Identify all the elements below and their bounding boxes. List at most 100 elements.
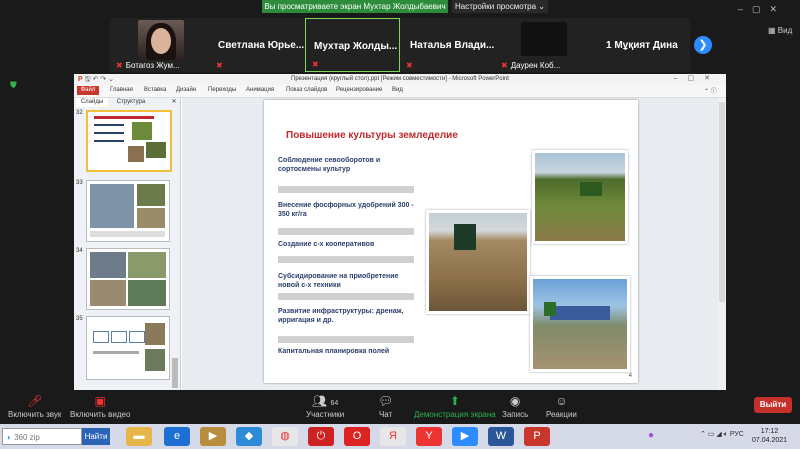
unmute-label: Включить звук bbox=[8, 410, 62, 419]
tab-insert[interactable]: Вставка bbox=[144, 87, 166, 93]
tractor-field-photo[interactable] bbox=[426, 210, 530, 314]
vertical-scrollbar[interactable] bbox=[718, 98, 726, 390]
mic-off-icon: ✖ bbox=[216, 61, 223, 70]
slide-thumbnail-selected[interactable] bbox=[86, 110, 172, 172]
leave-button[interactable]: Выйти bbox=[754, 397, 792, 413]
participant-tile[interactable]: Наталья Влади... ✖ bbox=[400, 18, 495, 72]
internet-explorer-icon[interactable]: e bbox=[164, 427, 190, 446]
slide-thumbnail[interactable] bbox=[86, 316, 170, 380]
powerpoint-window: Презентация (круглый стол).ppt [Режим со… bbox=[74, 74, 726, 390]
slides-pane: Слайды Структура ✕ 32 33 34 35 bbox=[74, 98, 181, 390]
participant-strip: ✖ Ботагоз Жум... Светлана Юрье... ✖ Мухта… bbox=[0, 18, 800, 72]
view-mode-button[interactable]: ▦ Вид bbox=[768, 26, 792, 35]
divider-bar bbox=[278, 256, 414, 263]
chat-icon: 💬︎ bbox=[378, 394, 394, 408]
clock[interactable]: 17:12 07.04.2021 bbox=[752, 427, 787, 445]
seeder-photo[interactable] bbox=[530, 276, 630, 372]
media-player-icon[interactable]: ▶ bbox=[200, 427, 226, 446]
unmute-button[interactable]: 🎤︎ Включить звук bbox=[8, 394, 61, 419]
slide-thumbnail[interactable] bbox=[86, 248, 170, 310]
language-indicator[interactable]: РУС bbox=[730, 431, 744, 438]
participant-tile[interactable]: ✖ Ботагоз Жум... bbox=[110, 18, 210, 72]
chrome-icon[interactable]: ◍ bbox=[272, 427, 298, 446]
view-options-label: Настройки просмотра bbox=[455, 2, 537, 11]
mic-off-icon: ✖ bbox=[406, 61, 413, 70]
current-slide[interactable]: Повышение культуры земледелие Соблюдение… bbox=[264, 100, 638, 383]
video-off-icon: ▣ bbox=[94, 394, 106, 408]
search-input[interactable]: ◐ 360 zip bbox=[2, 428, 82, 445]
slide-bullet: Субсидирование на приобретение новой с-х… bbox=[278, 273, 399, 289]
view-options-button[interactable]: Настройки просмотра ⌄ bbox=[452, 0, 548, 13]
slide-bullet: Создание с-х кооперативов bbox=[278, 241, 375, 248]
tab-review[interactable]: Рецензирование bbox=[336, 87, 382, 93]
divider-bar bbox=[278, 228, 414, 235]
slide-number: 4 bbox=[628, 373, 632, 379]
app-icon[interactable]: ◆ bbox=[236, 427, 262, 446]
tab-transitions[interactable]: Переходы bbox=[208, 87, 236, 93]
pane-scrollbar[interactable] bbox=[172, 358, 178, 388]
meeting-controls: 🎤︎ Включить звук ▣ Включить видео 👥︎ 64 Уча… bbox=[0, 390, 800, 422]
pane-tab-outline[interactable]: Структура bbox=[110, 98, 152, 107]
ppt-window-controls[interactable]: –▢✕ bbox=[674, 74, 720, 82]
thumb-number: 32 bbox=[76, 110, 83, 116]
system-tray[interactable]: ⌃ ▭ ◢ 🔈︎ РУС bbox=[700, 430, 744, 439]
window-controls[interactable]: –▢✕ bbox=[738, 4, 786, 15]
share-screen-label: Демонстрация экрана bbox=[414, 410, 496, 419]
participant-tile[interactable]: Светлана Юрье... ✖ bbox=[210, 18, 305, 72]
help-icon[interactable]: ⌃ ⓘ bbox=[704, 86, 717, 95]
tab-animation[interactable]: Анимация bbox=[246, 87, 274, 93]
thumb-number: 34 bbox=[76, 248, 83, 254]
tractor-photo[interactable] bbox=[532, 150, 628, 244]
tab-design[interactable]: Дизайн bbox=[176, 87, 196, 93]
participant-name: Светлана Юрье... bbox=[218, 40, 305, 51]
participant-tile[interactable]: 1 Мұқият Дина bbox=[590, 18, 690, 72]
participant-name: ✖ Ботагоз Жум... bbox=[116, 61, 180, 70]
opera-icon[interactable]: O bbox=[344, 427, 370, 446]
view-mode-label: Вид bbox=[777, 26, 793, 35]
zoom-icon[interactable]: ▶ bbox=[452, 427, 478, 446]
tab-view[interactable]: Вид bbox=[392, 87, 403, 93]
avatar bbox=[138, 20, 184, 60]
participant-tile-active[interactable]: Мухтар Жолды... ✖ bbox=[305, 18, 400, 72]
file-explorer-icon[interactable]: ▬ bbox=[126, 427, 152, 446]
next-page-arrow-icon[interactable]: ❯ bbox=[694, 36, 712, 54]
thumb-number: 33 bbox=[76, 180, 83, 186]
shield-icon[interactable]: ⛊ bbox=[10, 80, 17, 91]
mic-off-icon: ✖ bbox=[116, 61, 123, 70]
mic-off-icon: 🎤︎ bbox=[27, 394, 43, 408]
close-pane-icon[interactable]: ✕ bbox=[170, 98, 178, 107]
power-icon[interactable]: ⏻ bbox=[308, 427, 334, 446]
search-engine-icon: ◐ bbox=[7, 433, 12, 442]
pane-tab-slides[interactable]: Слайды bbox=[76, 98, 108, 107]
search-button[interactable]: Найти bbox=[82, 428, 110, 445]
tab-home[interactable]: Главная bbox=[110, 87, 133, 93]
word-icon[interactable]: W bbox=[488, 427, 514, 446]
chat-button[interactable]: 💬︎ Чат bbox=[378, 394, 393, 419]
assistant-icon[interactable]: ● bbox=[648, 430, 654, 441]
tab-slideshow[interactable]: Показ слайдов bbox=[286, 87, 327, 93]
tab-file[interactable]: Файл bbox=[77, 86, 99, 95]
share-screen-button[interactable]: ⬆ Демонстрация экрана bbox=[414, 394, 496, 419]
participant-name: Наталья Влади... bbox=[410, 40, 495, 51]
record-button[interactable]: ◉ Запись bbox=[502, 394, 528, 419]
participant-name: ✖ Даурен Коб... bbox=[501, 61, 561, 70]
reactions-button[interactable]: ☺ Реакции bbox=[546, 394, 577, 419]
yandex-icon[interactable]: Я bbox=[380, 427, 406, 446]
start-video-label: Включить видео bbox=[70, 410, 131, 419]
divider-bar bbox=[278, 186, 414, 193]
yandex-browser-icon[interactable]: Y bbox=[416, 427, 442, 446]
participants-button[interactable]: 👥︎ 64 Участники bbox=[306, 394, 344, 419]
slide-bullet: Внесение фосфорных удобрений 300 - 350 к… bbox=[278, 202, 414, 218]
slide-title: Повышение культуры земледелие bbox=[286, 130, 458, 141]
start-video-button[interactable]: ▣ Включить видео bbox=[70, 394, 130, 419]
record-icon: ◉ bbox=[509, 394, 521, 408]
mic-off-icon: ✖ bbox=[501, 61, 508, 70]
powerpoint-icon[interactable]: P bbox=[524, 427, 550, 446]
participant-tile[interactable]: ✖ Даурен Коб... bbox=[495, 18, 590, 72]
share-notice: Вы просматриваете экран Мухтар Жолдыбаев… bbox=[262, 0, 448, 13]
thumb-number: 35 bbox=[76, 316, 83, 322]
participant-name: 1 Мұқият Дина bbox=[606, 40, 678, 51]
reactions-icon: ☺ bbox=[555, 394, 568, 408]
slide-thumbnail[interactable] bbox=[86, 180, 170, 242]
divider-bar bbox=[278, 293, 414, 300]
